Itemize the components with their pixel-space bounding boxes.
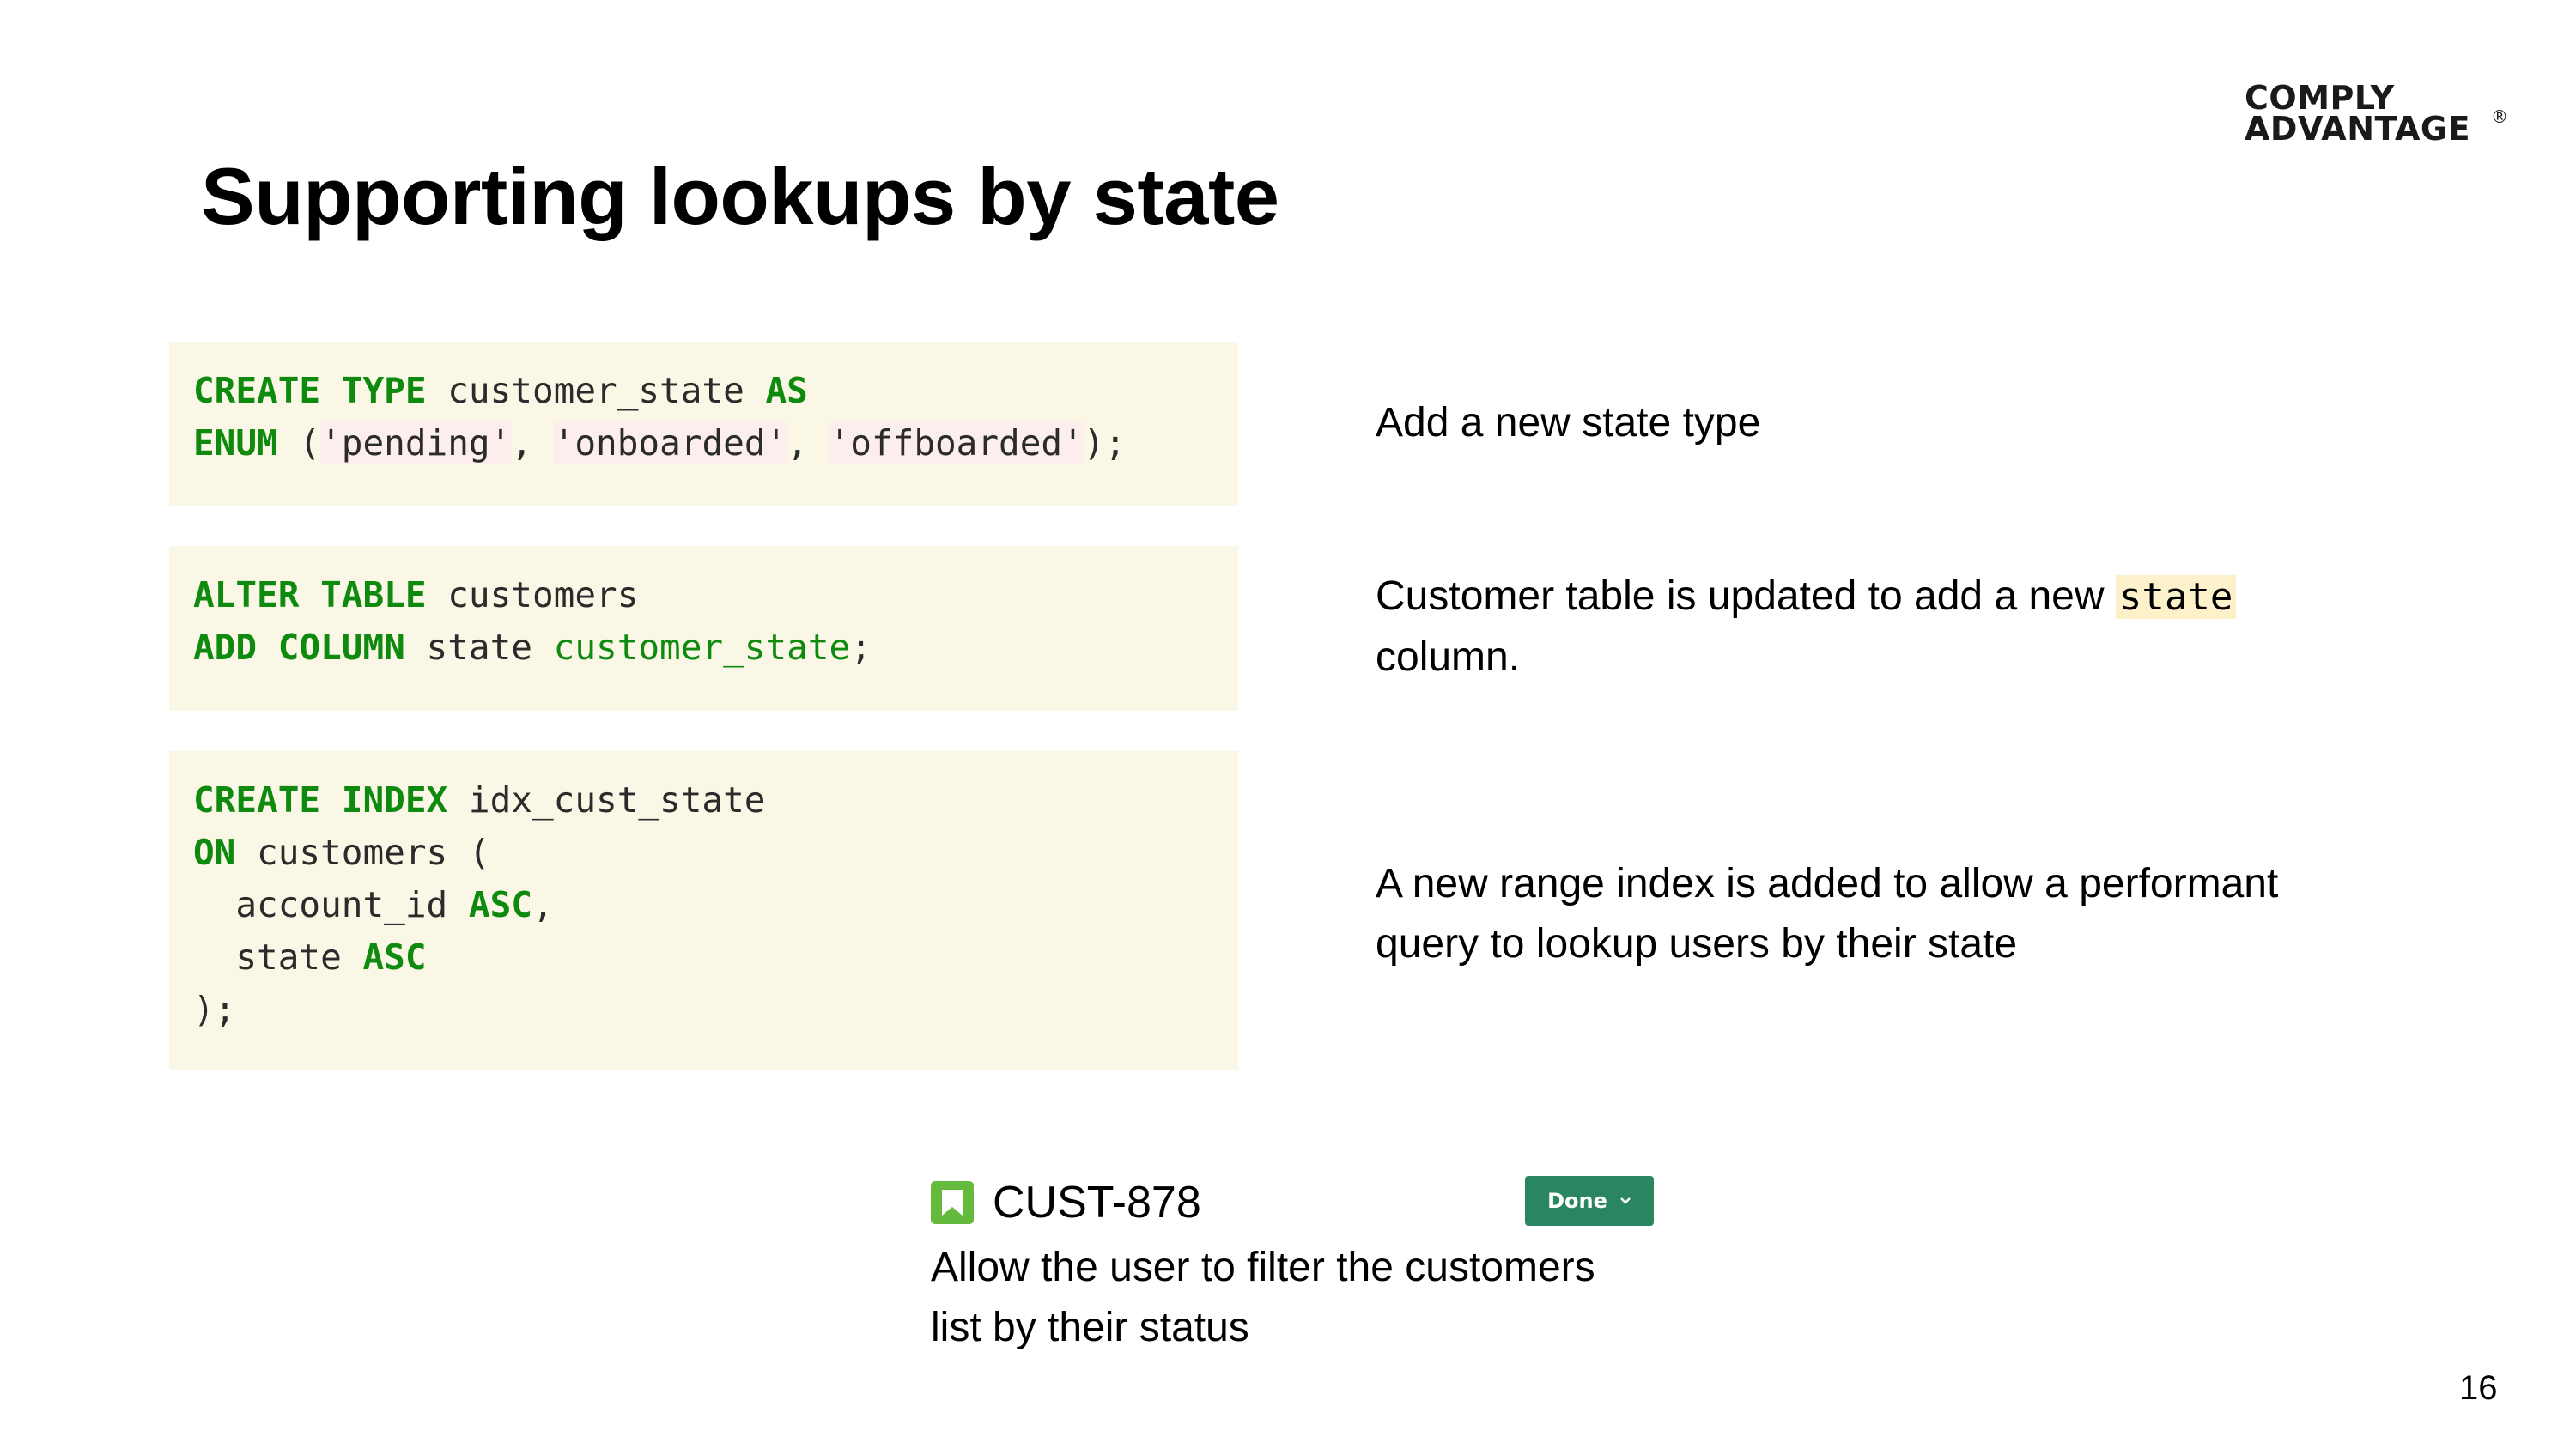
code-line: ); xyxy=(193,984,1214,1036)
code-keyword: ON xyxy=(193,832,236,873)
description-text: Customer table is updated to add a new xyxy=(1376,573,2116,619)
logo-line-2: ADVANTAGE xyxy=(2245,110,2471,148)
code-keyword: ALTER TABLE xyxy=(193,574,427,615)
code-keyword: ENUM xyxy=(193,422,278,464)
code-string: 'onboarded' xyxy=(553,422,787,464)
code-block-create-index: CREATE INDEX idx_cust_state ON customers … xyxy=(169,751,1238,1070)
code-string: 'pending' xyxy=(320,422,512,464)
code-line: ALTER TABLE customers xyxy=(193,569,1214,621)
ticket-card: CUST-878 Done Allow the user to filter t… xyxy=(931,1176,1654,1358)
code-line: ENUM ('pending', 'onboarded', 'offboarde… xyxy=(193,417,1214,470)
description-add-column: Customer table is updated to add a new s… xyxy=(1376,567,2237,688)
code-keyword: AS xyxy=(765,370,808,411)
status-label: Done xyxy=(1547,1189,1607,1213)
description-range-index: A new range index is added to allow a pe… xyxy=(1376,861,2279,967)
bookmark-icon xyxy=(931,1181,974,1224)
code-text: customer_state xyxy=(426,370,766,411)
code-type: customer_state xyxy=(553,627,851,668)
code-text: state xyxy=(404,627,554,668)
code-line: state ASC xyxy=(193,931,1214,984)
code-line: account_id ASC, xyxy=(193,879,1214,931)
slide-title: Supporting lookups by state xyxy=(201,151,1279,241)
page-number: 16 xyxy=(2459,1369,2498,1407)
code-block-create-type: CREATE TYPE customer_state AS ENUM ('pend… xyxy=(169,342,1238,506)
chevron-down-icon xyxy=(1620,1197,1631,1204)
ticket-header: CUST-878 Done xyxy=(931,1176,1654,1229)
code-line: CREATE INDEX idx_cust_state xyxy=(193,774,1214,827)
code-text: ( xyxy=(277,422,321,464)
code-text: , xyxy=(511,422,554,464)
code-line: CREATE TYPE customer_state AS xyxy=(193,365,1214,417)
code-text: account_id xyxy=(193,884,469,925)
code-string: 'offboarded' xyxy=(829,422,1084,464)
description-state-type: Add a new state type xyxy=(1376,400,1761,446)
code-line: ON customers ( xyxy=(193,827,1214,879)
code-text: ); xyxy=(1083,422,1127,464)
code-block-alter-table: ALTER TABLE customers ADD COLUMN state cu… xyxy=(169,546,1238,711)
code-keyword: CREATE TYPE xyxy=(193,370,427,411)
company-logo: COMPLY ADVANTAGE ® xyxy=(2245,79,2508,148)
registered-mark: ® xyxy=(2491,106,2509,127)
description-text-cont: column. xyxy=(1376,634,1521,680)
code-text: , xyxy=(787,422,829,464)
code-keyword: ADD COLUMN xyxy=(193,627,405,668)
logo-line-1: COMPLY xyxy=(2245,79,2395,117)
code-text: idx_cust_state xyxy=(447,779,766,821)
code-text: customers ( xyxy=(235,832,490,873)
code-text: ; xyxy=(850,627,872,668)
code-text: ); xyxy=(193,989,236,1030)
code-text: state xyxy=(193,937,363,978)
code-line: ADD COLUMN state customer_state; xyxy=(193,621,1214,674)
status-dropdown[interactable]: Done xyxy=(1525,1176,1654,1226)
code-keyword: ASC xyxy=(468,884,532,925)
code-keyword: CREATE INDEX xyxy=(193,779,448,821)
code-text: , xyxy=(532,884,554,925)
inline-code: state xyxy=(2115,575,2237,619)
code-text: customers xyxy=(426,574,639,615)
code-keyword: ASC xyxy=(362,937,427,978)
ticket-summary: Allow the user to filter the customers l… xyxy=(931,1245,1595,1350)
ticket-id[interactable]: CUST-878 xyxy=(993,1177,1201,1228)
